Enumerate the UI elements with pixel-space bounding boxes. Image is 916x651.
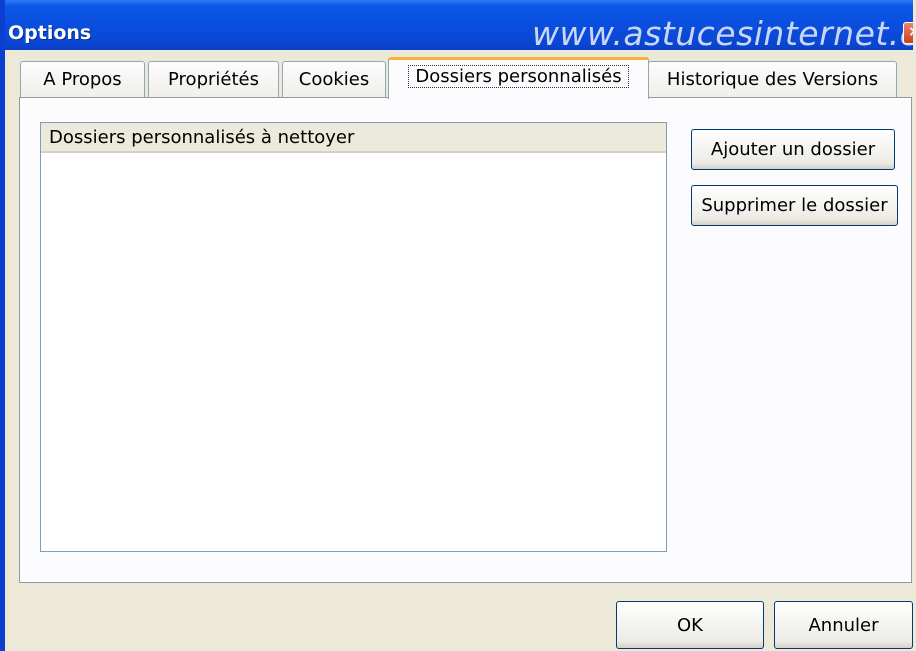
tab-historique-des-versions[interactable]: Historique des Versions: [648, 61, 897, 97]
tab-label: Historique des Versions: [666, 69, 879, 90]
close-icon[interactable]: ×: [903, 22, 913, 44]
tab-label: A Propos: [43, 69, 122, 90]
window-title: Options: [8, 22, 92, 44]
tab-panel-dossiers: Dossiers personnalisés à nettoyer Ajoute…: [19, 97, 912, 583]
tab-label: Cookies: [298, 69, 370, 90]
tab-dossiers-personnalises[interactable]: Dossiers personnalisés: [388, 57, 649, 99]
ok-button[interactable]: OK: [616, 601, 764, 649]
list-column-header[interactable]: Dossiers personnalisés à nettoyer: [41, 123, 666, 153]
tab-label: Dossiers personnalisés: [408, 65, 629, 88]
cancel-button[interactable]: Annuler: [774, 601, 913, 649]
custom-folders-list[interactable]: Dossiers personnalisés à nettoyer: [40, 122, 667, 552]
remove-folder-button[interactable]: Supprimer le dossier: [691, 185, 898, 226]
add-folder-button[interactable]: Ajouter un dossier: [691, 129, 895, 170]
tab-cookies[interactable]: Cookies: [282, 61, 386, 97]
tab-proprietes[interactable]: Propriétés: [148, 61, 279, 97]
title-bar[interactable]: Options www.astucesinternet.com ×: [5, 0, 913, 53]
tab-a-propos[interactable]: A Propos: [20, 61, 145, 97]
tab-label: Propriétés: [168, 69, 259, 90]
watermark-text: www.astucesinternet.com: [532, 14, 913, 53]
tab-bar: A Propos Propriétés Cookies Dossiers per…: [5, 57, 913, 99]
options-dialog: Options www.astucesinternet.com × A Prop…: [0, 0, 916, 651]
